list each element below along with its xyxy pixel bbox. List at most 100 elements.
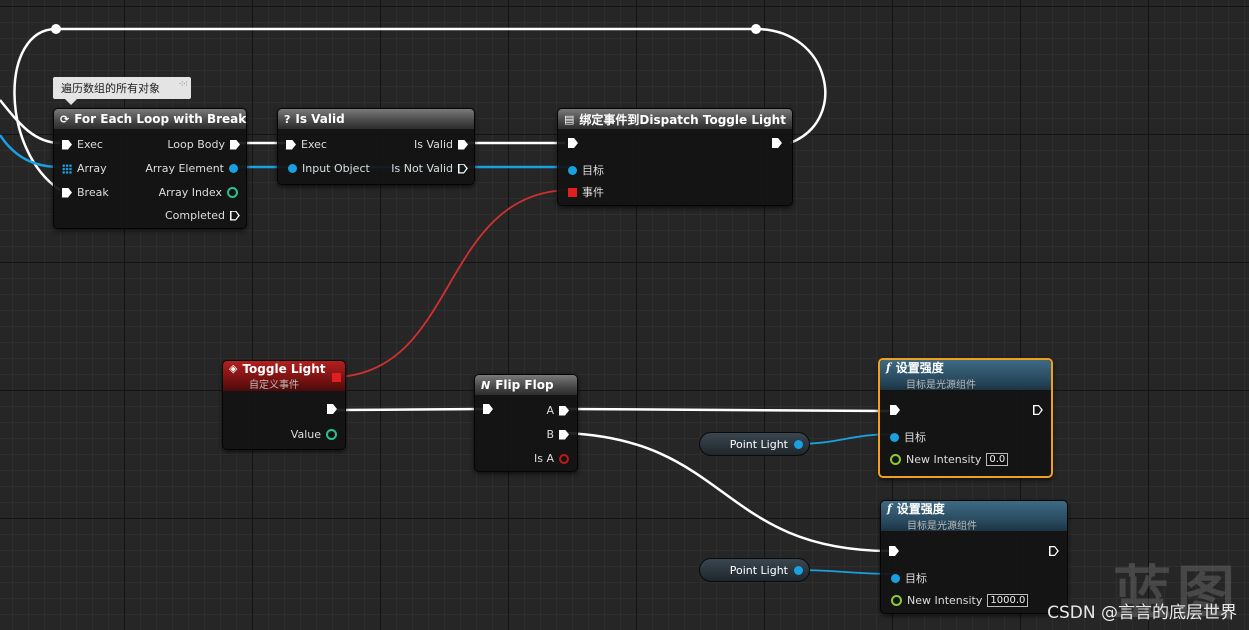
pin-exec-in[interactable] bbox=[568, 138, 578, 148]
pin-label: Array Element bbox=[145, 162, 224, 175]
pin-input-object[interactable]: Input Object bbox=[288, 162, 370, 175]
node-set-intensity-1[interactable]: f 设置强度 目标是光源组件 目标 New Intensity 0.0 bbox=[878, 358, 1053, 478]
wire-reroute-dot bbox=[51, 24, 61, 34]
value-pin-icon bbox=[326, 429, 337, 440]
pin-break-in[interactable]: Break bbox=[62, 186, 109, 199]
pin-is-valid-out[interactable]: Is Valid bbox=[414, 138, 468, 151]
delegate-pin-icon bbox=[568, 187, 577, 197]
pin-exec-in[interactable] bbox=[890, 405, 900, 415]
node-toggle-light-event[interactable]: ◈ Toggle Light 自定义事件 Value bbox=[222, 360, 346, 450]
variable-label: Point Light bbox=[729, 437, 788, 451]
object-pin-icon bbox=[229, 164, 238, 173]
pin-label: Exec bbox=[301, 138, 327, 151]
object-pin-icon bbox=[568, 165, 577, 175]
node-point-light-2[interactable]: Point Light bbox=[699, 558, 810, 582]
exec-pin-icon bbox=[559, 405, 569, 416]
pin-loop-body-out[interactable]: Loop Body bbox=[167, 138, 240, 151]
node-header: ? Is Valid bbox=[278, 109, 474, 129]
exec-pin-icon bbox=[327, 404, 337, 414]
pin-exec-out[interactable] bbox=[327, 404, 337, 414]
intensity-value-input[interactable]: 1000.0 bbox=[987, 594, 1029, 607]
node-title: 绑定事件到Dispatch Toggle Light bbox=[579, 112, 786, 127]
macro-icon: N bbox=[481, 378, 491, 392]
exec-pin-icon bbox=[286, 139, 296, 150]
pin-is-not-valid-out[interactable]: Is Not Valid bbox=[391, 162, 468, 175]
node-is-valid[interactable]: ? Is Valid Exec Input Object Is Valid Is… bbox=[277, 108, 475, 185]
pin-label: Array Index bbox=[158, 186, 222, 199]
pin-array-index-out[interactable]: Array Index bbox=[159, 186, 238, 199]
intensity-value-input[interactable]: 0.0 bbox=[986, 453, 1009, 466]
pin-exec-out[interactable] bbox=[1033, 405, 1043, 415]
exec-pin-icon bbox=[458, 139, 468, 150]
exec-pin-hollow-icon bbox=[458, 164, 468, 174]
wire-toggle-exec bbox=[335, 407, 485, 412]
exec-pin-icon bbox=[483, 404, 493, 414]
pin-exec-out[interactable] bbox=[1049, 546, 1059, 556]
object-pin-icon[interactable] bbox=[794, 565, 803, 575]
pin-exec-in[interactable]: Exec bbox=[286, 138, 327, 151]
pin-new-intensity[interactable]: New Intensity 0.0 bbox=[890, 453, 1009, 466]
pin-array-in[interactable]: Array bbox=[62, 162, 107, 175]
node-header: f 设置强度 目标是光源组件 bbox=[880, 360, 1051, 391]
pin-array-element-out[interactable]: Array Element bbox=[145, 162, 238, 175]
array-pin-icon bbox=[62, 163, 72, 174]
exec-pin-icon bbox=[890, 405, 900, 415]
pin-a-out[interactable]: A bbox=[546, 404, 569, 417]
pin-exec-in[interactable] bbox=[889, 546, 899, 556]
pin-exec-in[interactable]: Exec bbox=[62, 138, 103, 151]
node-point-light-1[interactable]: Point Light bbox=[699, 432, 810, 456]
boolean-pin-icon bbox=[559, 453, 569, 464]
comment-bubble-icon[interactable]: ⁖⁖ bbox=[178, 80, 187, 90]
exec-pin-hollow-icon bbox=[1049, 546, 1059, 556]
pin-label: Completed bbox=[165, 209, 225, 222]
node-bind-event[interactable]: ▤ 绑定事件到Dispatch Toggle Light 目标 事件 bbox=[557, 108, 793, 206]
node-subtitle: 自定义事件 bbox=[249, 379, 299, 391]
pin-label: 事件 bbox=[582, 186, 604, 199]
node-set-intensity-2[interactable]: f 设置强度 目标是光源组件 目标 New Intensity 1000.0 bbox=[880, 500, 1068, 614]
pin-is-a-out[interactable]: Is A bbox=[534, 452, 569, 465]
pin-exec-out[interactable] bbox=[772, 138, 782, 148]
pin-label: Is Not Valid bbox=[391, 162, 453, 175]
integer-pin-icon bbox=[227, 187, 238, 198]
node-flip-flop[interactable]: N Flip Flop A B Is A bbox=[474, 374, 578, 472]
node-for-each-loop[interactable]: ⟳ For Each Loop with Break Exec Array Br… bbox=[53, 108, 247, 229]
pin-label: Loop Body bbox=[167, 138, 225, 151]
node-header: ◈ Toggle Light 自定义事件 bbox=[223, 361, 345, 391]
pin-label: Is A bbox=[534, 452, 554, 465]
pin-label: Exec bbox=[77, 138, 103, 151]
pin-event-in[interactable]: 事件 bbox=[568, 184, 604, 200]
pin-exec-in[interactable] bbox=[483, 404, 493, 414]
node-header: f 设置强度 目标是光源组件 bbox=[881, 501, 1067, 532]
pin-new-intensity[interactable]: New Intensity 1000.0 bbox=[891, 594, 1029, 607]
pin-target-in[interactable]: 目标 bbox=[891, 570, 927, 586]
pin-target-in[interactable]: 目标 bbox=[890, 429, 926, 445]
pin-target-in[interactable]: 目标 bbox=[568, 162, 604, 178]
node-title: 设置强度 bbox=[896, 502, 945, 516]
pin-b-out[interactable]: B bbox=[546, 428, 569, 441]
pin-label: 目标 bbox=[582, 164, 604, 177]
pin-label: New Intensity bbox=[906, 453, 982, 466]
loop-icon: ⟳ bbox=[60, 112, 70, 126]
node-title: Toggle Light bbox=[242, 361, 326, 376]
node-subtitle: 目标是光源组件 bbox=[907, 521, 977, 532]
question-icon: ? bbox=[284, 112, 291, 126]
node-title: Flip Flop bbox=[495, 378, 554, 392]
wire-exec-in bbox=[0, 99, 61, 145]
object-pin-icon bbox=[288, 164, 297, 173]
comment-text: 遍历数组的所有对象 bbox=[61, 82, 160, 95]
pin-label: New Intensity bbox=[907, 594, 983, 607]
float-pin-icon bbox=[890, 454, 901, 465]
object-pin-icon[interactable] bbox=[794, 439, 803, 449]
function-icon: f bbox=[886, 361, 891, 374]
comment-bubble[interactable]: 遍历数组的所有对象 ⁖⁖ bbox=[53, 77, 191, 105]
delegate-out-pin-icon[interactable] bbox=[332, 373, 341, 382]
node-header: ▤ 绑定事件到Dispatch Toggle Light bbox=[558, 109, 792, 129]
node-title: Is Valid bbox=[295, 112, 345, 126]
pin-label: Value bbox=[290, 428, 321, 441]
pin-value-out[interactable]: Value bbox=[291, 428, 337, 441]
pin-completed-out[interactable]: Completed bbox=[165, 209, 240, 222]
node-title: For Each Loop with Break bbox=[74, 112, 247, 126]
pin-label: Array bbox=[77, 162, 107, 175]
exec-pin-icon bbox=[62, 187, 72, 198]
node-header: ⟳ For Each Loop with Break bbox=[54, 109, 246, 129]
